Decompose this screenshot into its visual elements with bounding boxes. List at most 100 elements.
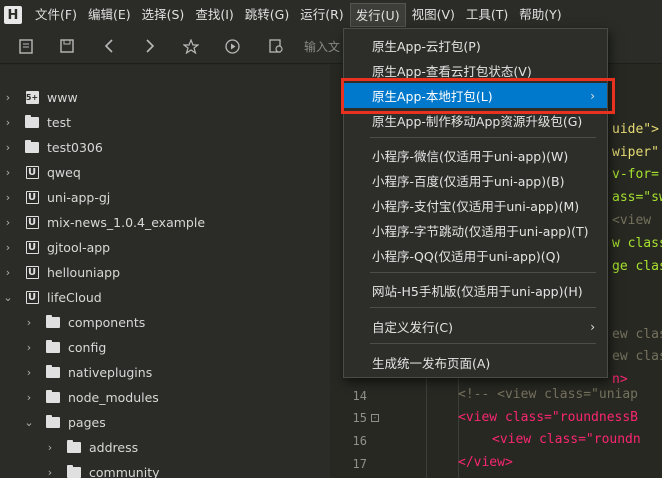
folder-icon [46,340,60,353]
menu-item-mp-baidu[interactable]: 小程序-百度(仅适用于uni-app)(B) [344,168,607,193]
folder-icon [46,390,60,403]
menu-item-mp-toutiao[interactable]: 小程序-字节跳动(仅适用于uni-app)(T) [344,218,607,243]
tree-item-label: address [89,440,139,455]
chevron-right-icon[interactable]: › [3,216,13,229]
bookmark-star-icon[interactable] [181,36,201,56]
tree-item-test0306[interactable]: › test0306 [0,135,330,160]
tree-item-label: components [68,315,146,330]
tree-item-community[interactable]: › community [0,460,330,478]
tree-item-label: www [47,90,78,105]
chevron-right-icon[interactable]: › [3,191,13,204]
chevron-right-icon[interactable]: › [3,241,13,254]
new-file-icon[interactable] [16,36,36,56]
menubar: H 文件(F) 编辑(E) 选择(S) 查找(I) 跳转(G) 运行(R) 发行… [0,0,662,30]
menu-publish[interactable]: 发行(U) [349,3,406,27]
tree-item-label: community [89,465,160,478]
preview-icon[interactable] [266,36,286,56]
menu-item-publish-page[interactable]: 生成统一发布页面(A) [344,350,607,375]
tree-item-hellouniapp[interactable]: › U hellouniapp [0,260,330,285]
chevron-right-icon[interactable]: › [3,166,13,179]
chevron-right-icon[interactable]: › [3,116,13,129]
chevron-right-icon[interactable]: › [24,366,34,379]
menu-help[interactable]: 帮助(Y) [514,3,566,27]
menu-separator [370,272,596,273]
tree-item-label: config [68,340,107,355]
menu-item-label: 小程序-字节跳动(仅适用于uni-app)(T) [372,224,589,239]
code-fragment: ew clas [612,327,662,342]
tree-item-mix-news[interactable]: › U mix-news_1.0.4_example [0,210,330,235]
chevron-right-icon[interactable]: › [24,391,34,404]
tree-item-gjtool-app[interactable]: › U gjtool-app [0,235,330,260]
chevron-right-icon[interactable]: › [45,466,55,478]
forward-icon[interactable] [140,36,160,56]
folder-icon [46,365,60,378]
annotation-highlight-box [341,78,615,114]
folder-icon [25,140,39,153]
chevron-right-icon[interactable]: › [24,341,34,354]
menu-item-label: 小程序-QQ(仅适用于uni-app)(Q) [372,249,561,264]
tree-item-label: mix-news_1.0.4_example [47,215,206,230]
tree-item-components[interactable]: › components [0,310,330,335]
menu-goto[interactable]: 跳转(G) [240,3,294,27]
tree-item-label: gjtool-app [47,240,111,255]
chevron-down-icon[interactable]: ⌄ [24,416,34,429]
menu-file[interactable]: 文件(F) [30,3,82,27]
menu-find[interactable]: 查找(I) [190,3,238,27]
folder-icon [46,415,60,428]
menu-separator [370,307,596,308]
line-number: 17 [352,457,367,471]
menu-item-mp-qq[interactable]: 小程序-QQ(仅适用于uni-app)(Q) [344,243,607,268]
menu-separator [370,343,596,344]
menu-view[interactable]: 视图(V) [407,3,460,27]
menu-item-custom-publish[interactable]: 自定义发行(C) › [344,314,607,339]
chevron-down-icon[interactable]: ⌄ [3,291,13,304]
tree-item-pages[interactable]: ⌄ pages [0,410,330,435]
chevron-right-icon[interactable]: › [3,141,13,154]
menu-item-label: 小程序-支付宝(仅适用于uni-app)(M) [372,199,580,214]
chevron-right-icon[interactable]: › [24,316,34,329]
line-number: 16 [352,434,367,448]
back-icon[interactable] [99,36,119,56]
code-fragment: uide"> [612,122,659,137]
chevron-right-icon[interactable]: › [3,266,13,279]
code-line: <view class="roundnessB [458,410,639,425]
tree-item-test[interactable]: › test [0,110,330,135]
tree-item-uni-app-gj[interactable]: › U uni-app-gj [0,185,330,210]
fold-toggle-icon[interactable]: - [371,414,379,422]
chevron-right-icon[interactable]: › [3,91,13,104]
tree-item-label: test0306 [47,140,103,155]
menu-item-h5[interactable]: 网站-H5手机版(仅适用于uni-app)(H) [344,278,607,303]
uniapp-project-icon: U [25,266,39,279]
uniapp-project-icon: U [25,241,39,254]
menu-item-label: 小程序-百度(仅适用于uni-app)(B) [372,174,565,189]
menu-item-label: 自定义发行(C) [372,320,453,335]
menu-item-label: 小程序-微信(仅适用于uni-app)(W) [372,149,569,164]
menu-item-mp-weixin[interactable]: 小程序-微信(仅适用于uni-app)(W) [344,143,607,168]
tree-item-nativeplugins[interactable]: › nativeplugins [0,360,330,385]
tree-item-label: uni-app-gj [47,190,111,205]
tree-item-config[interactable]: › config [0,335,330,360]
run-icon[interactable] [222,36,242,56]
tree-item-qweq[interactable]: › U qweq [0,160,330,185]
menu-select[interactable]: 选择(S) [137,3,190,27]
menu-edit[interactable]: 编辑(E) [83,3,136,27]
tree-item-node-modules[interactable]: › node_modules [0,385,330,410]
menu-run[interactable]: 运行(R) [295,3,348,27]
tree-item-lifecloud[interactable]: ⌄ U lifeCloud [0,285,330,310]
menu-item-cloud-pack[interactable]: 原生App-云打包(P) [344,33,607,58]
submenu-arrow-icon: › [590,319,595,334]
line-number: 14 [352,389,367,403]
save-icon[interactable] [57,36,77,56]
code-line: </view> [458,455,513,470]
code-fragment: n> [612,372,628,387]
tree-item-label: test [47,115,72,130]
chevron-right-icon[interactable]: › [45,441,55,454]
tree-item-www[interactable]: › 5+ www [0,85,330,110]
tree-item-address[interactable]: › address [0,435,330,460]
line-number: 15 [352,411,367,425]
menu-item-mp-alipay[interactable]: 小程序-支付宝(仅适用于uni-app)(M) [344,193,607,218]
tree-item-label: node_modules [68,390,159,405]
search-input[interactable]: 输入文 [304,38,340,55]
menu-tools[interactable]: 工具(T) [461,3,513,27]
uniapp-project-icon: U [25,291,39,304]
